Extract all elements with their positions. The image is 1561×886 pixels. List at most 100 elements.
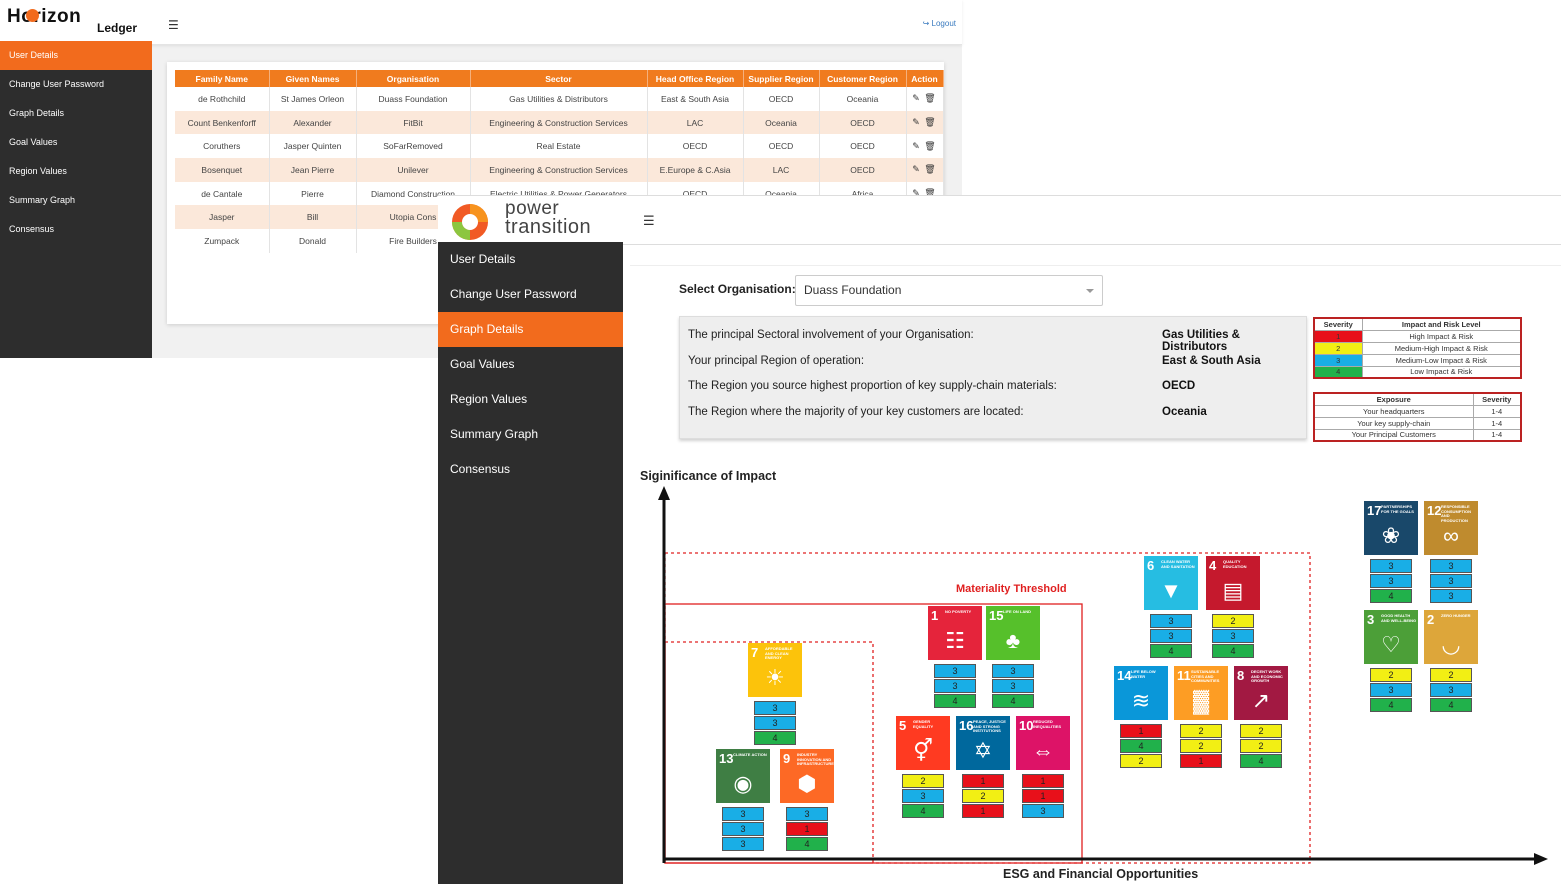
logout-link[interactable]: ↪ Logout: [923, 19, 956, 28]
edit-user-icon[interactable]: ✎: [912, 93, 921, 103]
severity-cell: 4: [1370, 698, 1412, 712]
severity-description: Medium-High Impact & Risk: [1361, 341, 1522, 355]
organisation-select[interactable]: Duass Foundation: [795, 275, 1103, 306]
edit-user-icon[interactable]: ✎: [912, 164, 921, 174]
severity-cell: 2: [902, 774, 944, 788]
organisation-info-box: The principal Sectoral involvement of yo…: [679, 316, 1307, 439]
sdg-goal-tile-1[interactable]: 1 No poverty ☷: [928, 606, 982, 660]
severity-cell: 4: [1150, 644, 1192, 658]
info-question: The principal Sectoral involvement of yo…: [688, 329, 974, 341]
hamburger-icon[interactable]: ☰: [643, 213, 655, 229]
table-cell-customer-region: Oceania: [819, 87, 907, 111]
sidebar-item-goal-values[interactable]: Goal Values: [438, 347, 623, 382]
severity-cell: 1: [1180, 754, 1222, 768]
sidebar-item-region-values[interactable]: Region Values: [438, 382, 623, 417]
sdg-goal-tile-14[interactable]: 14 Life below water ≋: [1114, 666, 1168, 720]
sdg-goal-tile-11[interactable]: 11 Sustainable cities and communities ▓: [1174, 666, 1228, 720]
table-cell-family-name: Jasper: [175, 205, 270, 230]
sdg-goal-tile-7[interactable]: 7 Affordable and clean energy ☀: [748, 643, 802, 697]
table-cell-sector: Engineering & Construction Services: [470, 110, 648, 135]
horizon-ledger-logo[interactable]: Horizon Ledger: [7, 6, 147, 40]
sdg-goal-tile-9[interactable]: 9 Industry innovation and infrastructure ⬢: [780, 749, 834, 803]
sidebar-item-user-details[interactable]: User Details: [0, 41, 152, 70]
severity-cell: 3: [1370, 559, 1412, 573]
sdg-goal-tile-2[interactable]: 2 Zero hunger ◡: [1424, 610, 1478, 664]
sdg-goal-tile-5[interactable]: 5 Gender equality ⚥: [896, 716, 950, 770]
exposure-name: Your Principal Customers: [1313, 428, 1474, 442]
trash-icon[interactable]: 🗑: [921, 141, 937, 151]
sdg-goal-number: 8: [1237, 668, 1245, 683]
table-cell-sector: Engineering & Construction Services: [470, 158, 648, 182]
sdg-goal-tile-13[interactable]: 13 Climate action ◉: [716, 749, 770, 803]
sidebar-item-consensus[interactable]: Consensus: [438, 452, 623, 487]
power-transition-logo-icon[interactable]: [448, 198, 496, 242]
sidebar-item-graph-details[interactable]: Graph Details: [438, 312, 623, 347]
info-question: Your principal Region of operation:: [688, 354, 865, 367]
sidebar-item-consensus[interactable]: Consensus: [0, 215, 152, 244]
hamburger-icon[interactable]: ☰: [168, 18, 179, 32]
sdg-goal-tile-4[interactable]: 4 Quality education ▤: [1206, 556, 1260, 610]
severity-stack: 334: [992, 663, 1034, 708]
exposure-name: Your headquarters: [1313, 404, 1474, 418]
table-cell-supplier-region: OECD: [743, 87, 820, 111]
severity-cell: 2: [1240, 724, 1282, 738]
trash-icon[interactable]: 🗑: [921, 93, 937, 103]
sdg-goal-tile-8[interactable]: 8 Decent work and economic growth ↗: [1234, 666, 1288, 720]
trash-icon[interactable]: 🗑: [921, 164, 937, 174]
severity-stack: 333: [722, 806, 764, 851]
sidebar-item-change-user-password[interactable]: Change User Password: [0, 70, 152, 99]
y-axis-arrow: [658, 486, 670, 500]
sdg-goal-tile-6[interactable]: 6 Clean water and sanitation ▼: [1144, 556, 1198, 610]
sdg-goal-tile-12[interactable]: 12 Responsible consumption and production…: [1424, 501, 1478, 555]
eye-globe-icon: ◉: [733, 771, 753, 796]
column-header-organisation[interactable]: Organisation: [356, 70, 471, 87]
sdg-goal-label: Life on land: [1003, 609, 1031, 614]
column-header-customer-region[interactable]: Customer Region: [819, 70, 907, 87]
sidebar: User Details Change User Password Graph De…: [438, 242, 623, 884]
severity-header-row: Severity Impact and Risk Level: [1313, 317, 1522, 331]
sidebar-item-change-user-password[interactable]: Change User Password: [438, 277, 623, 312]
sdg-goal-tile-17[interactable]: 17 Partnerships for the goals ❀: [1364, 501, 1418, 555]
column-header-head-office-region[interactable]: Head Office Region: [647, 70, 744, 87]
trash-icon[interactable]: 🗑: [921, 117, 937, 127]
table-row: Bosenquet Jean Pierre Unilever Engineering …: [175, 158, 944, 182]
buildings-icon: ▓: [1192, 688, 1210, 713]
severity-row: 2 Medium-High Impact & Risk: [1313, 341, 1522, 355]
sdg-goal-tile-16[interactable]: 16 Peace, justice and strong institutions…: [956, 716, 1010, 770]
sdg-goal-tile-10[interactable]: 10 Reduced inequalities ⇔: [1016, 716, 1070, 770]
sidebar-item-goal-values[interactable]: Goal Values: [0, 128, 152, 157]
x-axis-arrow: [1534, 853, 1548, 865]
column-header-action[interactable]: Action: [906, 70, 944, 87]
sdg-goal-label: Peace, justice and strong institutions: [973, 719, 1006, 733]
table-cell-given-names: Alexander: [269, 110, 357, 135]
column-header-sector[interactable]: Sector: [470, 70, 648, 87]
sdg-goal-tile-3[interactable]: 3 Good health and well-being ♡: [1364, 610, 1418, 664]
top-bar: power transition ☰: [438, 195, 1561, 245]
severity-cell: 3: [1022, 804, 1064, 818]
table-cell-sector: Gas Utilities & Distributors: [470, 87, 648, 111]
column-header-supplier-region[interactable]: Supplier Region: [743, 70, 820, 87]
sdg-goal-label: Reduced inequalities: [1033, 719, 1062, 729]
table-cell-family-name: de Rothchild: [175, 87, 270, 111]
column-header-given-names[interactable]: Given Names: [269, 70, 357, 87]
table-cell-given-names: Jean Pierre: [269, 158, 357, 182]
sdg-goal-number: 9: [783, 751, 791, 766]
table-cell-customer-region: OECD: [819, 158, 907, 182]
sdg-goal-label: Partnerships for the goals: [1381, 504, 1414, 514]
severity-cell: 3: [786, 807, 828, 821]
sdg-goal-tile-15[interactable]: 15 Life on land ♣: [986, 606, 1040, 660]
severity-column-header: Impact and Risk Level: [1361, 317, 1522, 331]
severity-stack: 234: [1212, 613, 1254, 658]
sidebar-item-summary-graph[interactable]: Summary Graph: [0, 186, 152, 215]
edit-user-icon[interactable]: ✎: [912, 117, 921, 127]
severity-cell: 3: [1430, 683, 1472, 697]
edit-user-icon[interactable]: ✎: [912, 141, 921, 151]
sidebar-item-summary-graph[interactable]: Summary Graph: [438, 417, 623, 452]
sidebar-item-graph-details[interactable]: Graph Details: [0, 99, 152, 128]
column-header-family-name[interactable]: Family Name: [175, 70, 270, 87]
severity-stack: 333: [1430, 558, 1472, 603]
severity-stack: 334: [1370, 558, 1412, 603]
sidebar-item-user-details[interactable]: User Details: [438, 242, 623, 277]
severity-cell: 1: [962, 804, 1004, 818]
sidebar-item-region-values[interactable]: Region Values: [0, 157, 152, 186]
